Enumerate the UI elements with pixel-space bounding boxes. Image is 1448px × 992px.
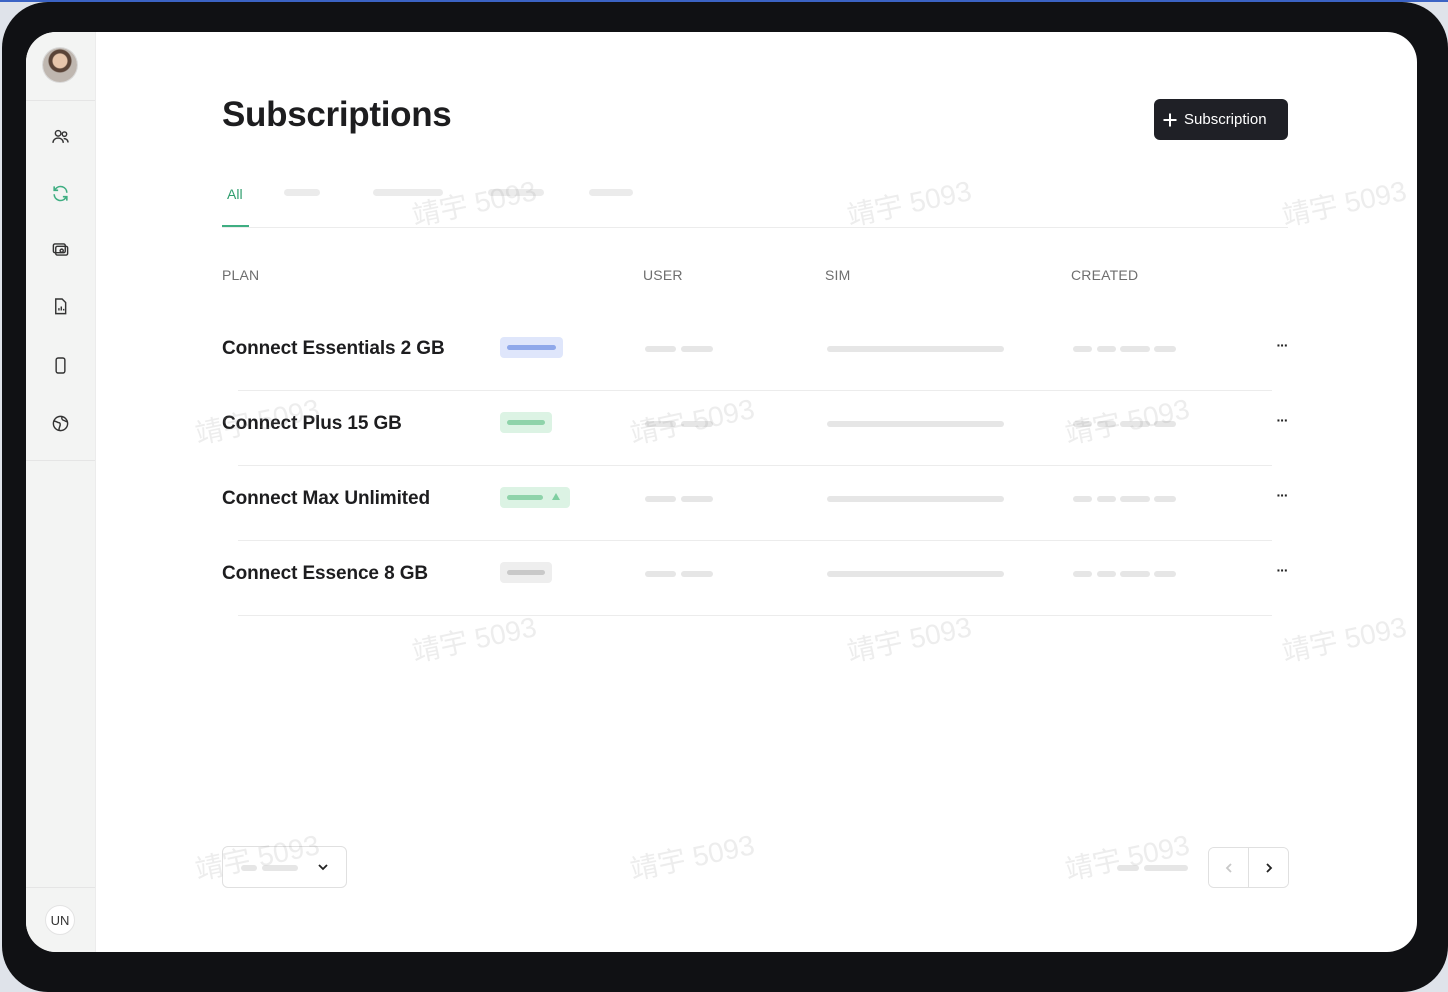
tab-placeholder[interactable] xyxy=(488,189,544,196)
pagination-info xyxy=(1117,865,1139,871)
app-screen: UN Subscriptions Subscription All PLAN U… xyxy=(26,32,1417,952)
active-tab-indicator xyxy=(222,225,249,227)
column-header-created: CREATED xyxy=(1071,267,1139,283)
pagination xyxy=(1208,847,1289,888)
chevron-right-icon xyxy=(1265,862,1272,873)
row-more-button[interactable]: ··· xyxy=(1272,488,1292,504)
globe-icon xyxy=(52,415,68,431)
plan-name: Connect Plus 15 GB xyxy=(222,413,402,434)
previous-page-button[interactable] xyxy=(1209,848,1248,887)
tab-placeholder[interactable] xyxy=(373,189,443,196)
sidebar-divider xyxy=(26,887,95,888)
users-icon xyxy=(51,129,69,143)
sidebar-item-subscriptions[interactable] xyxy=(45,178,75,208)
triangle-icon xyxy=(552,493,560,500)
tab-all-label: All xyxy=(227,186,243,202)
chevron-down-icon xyxy=(318,864,328,871)
plan-name: Connect Essentials 2 GB xyxy=(222,338,445,359)
row-more-button[interactable]: ··· xyxy=(1272,413,1292,429)
plan-name: Connect Essence 8 GB xyxy=(222,563,429,584)
watermark: 靖宇 5093 xyxy=(1062,829,1193,886)
column-header-sim: SIM xyxy=(825,267,851,283)
device-icon xyxy=(54,356,66,374)
tab-bar: All xyxy=(222,176,1288,228)
tablet-frame: UN Subscriptions Subscription All PLAN U… xyxy=(2,2,1448,992)
add-subscription-button[interactable]: Subscription xyxy=(1154,99,1288,140)
report-icon xyxy=(54,297,66,314)
table-row[interactable]: Connect Plus 15 GB ··· xyxy=(222,391,1292,466)
tab-placeholder[interactable] xyxy=(589,189,633,196)
plus-icon xyxy=(1163,113,1177,126)
add-subscription-label: Subscription xyxy=(1184,111,1267,128)
table-row[interactable]: Connect Max Unlimited ··· xyxy=(222,466,1292,541)
sidebar-divider xyxy=(26,460,95,461)
sidebar-item-users[interactable] xyxy=(45,121,75,151)
column-header-plan: PLAN xyxy=(222,267,260,283)
refresh-icon xyxy=(52,185,68,201)
sidebar-divider xyxy=(26,100,95,101)
sidebar-item-reports[interactable] xyxy=(45,291,75,321)
page-title: Subscriptions xyxy=(222,95,452,134)
sidebar-item-payments[interactable] xyxy=(45,234,75,264)
column-header-user: USER xyxy=(643,267,683,283)
plan-name: Connect Max Unlimited xyxy=(222,488,430,509)
watermark: 靖宇 5093 xyxy=(627,829,758,886)
avatar[interactable] xyxy=(43,48,77,82)
status-badge xyxy=(500,487,570,508)
tab-placeholder[interactable] xyxy=(284,189,320,196)
payment-icon xyxy=(52,242,68,256)
row-more-button[interactable]: ··· xyxy=(1272,338,1292,354)
next-page-button[interactable] xyxy=(1248,848,1288,887)
pagination-info xyxy=(1144,865,1188,871)
sidebar-item-devices[interactable] xyxy=(45,350,75,380)
user-initials-badge[interactable]: UN xyxy=(45,905,75,935)
chevron-left-icon xyxy=(1225,862,1232,873)
status-badge xyxy=(500,412,552,433)
sidebar-item-global[interactable] xyxy=(45,408,75,438)
tab-all[interactable]: All xyxy=(222,176,250,227)
status-badge xyxy=(500,337,563,358)
status-badge xyxy=(500,562,552,583)
table-row[interactable]: Connect Essence 8 GB ··· xyxy=(222,541,1292,616)
watermark: 靖宇 5093 xyxy=(1279,175,1410,232)
rows-per-page-select[interactable] xyxy=(222,846,347,888)
row-more-button[interactable]: ··· xyxy=(1272,563,1292,579)
table-row[interactable]: Connect Essentials 2 GB ··· xyxy=(222,316,1292,391)
watermark: 靖宇 5093 xyxy=(1279,611,1410,668)
sidebar: UN xyxy=(26,32,96,952)
